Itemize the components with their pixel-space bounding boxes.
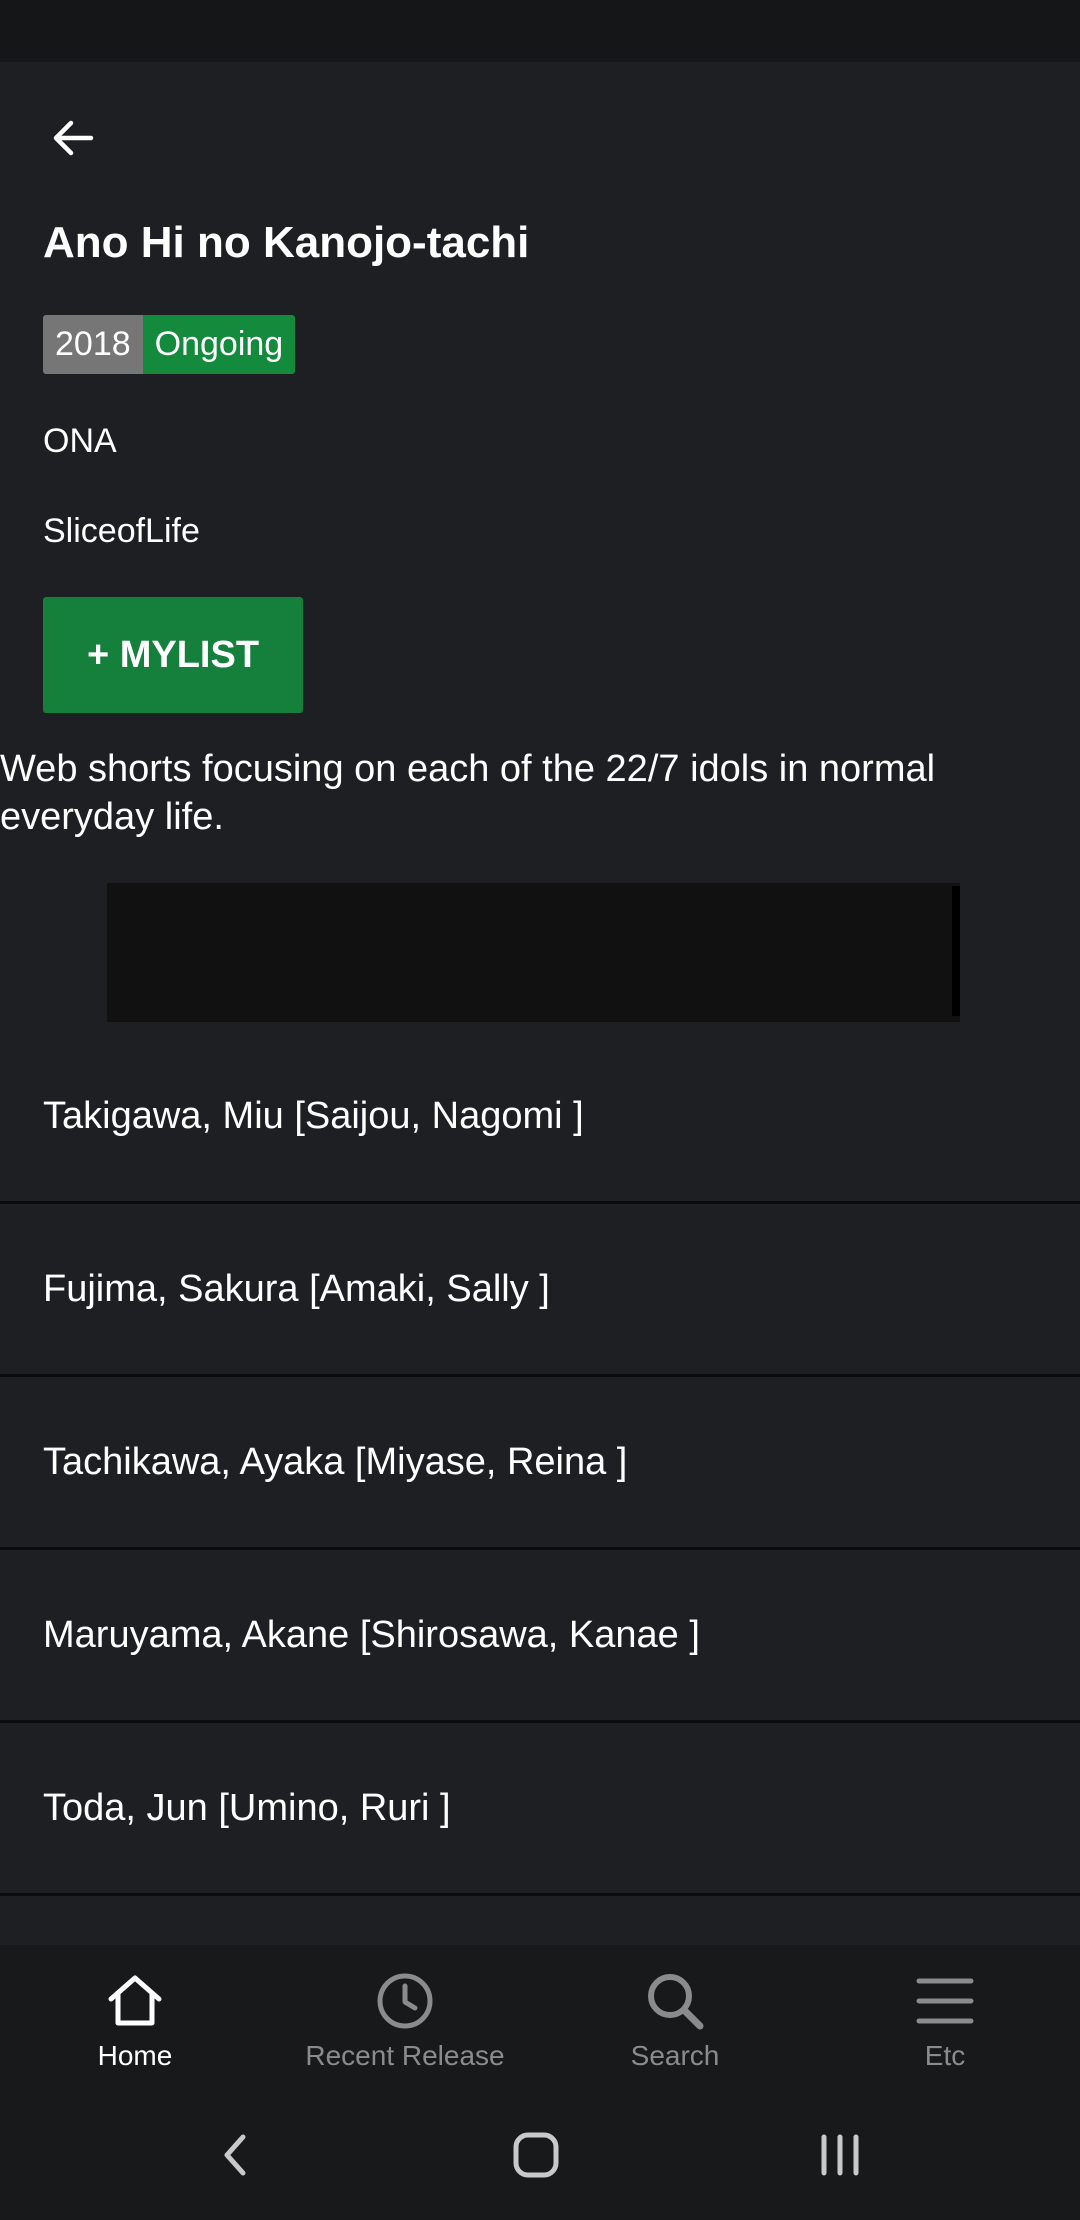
cast-list: Takigawa, Miu [Saijou, Nagomi ] Fujima, … (0, 1031, 1080, 1896)
nav-recent-release[interactable]: Recent Release (270, 1945, 540, 2095)
status-badge: Ongoing (142, 315, 296, 374)
menu-icon (913, 1969, 977, 2033)
status-bar (0, 0, 1080, 62)
system-back-button[interactable] (195, 2115, 275, 2195)
search-icon (643, 1969, 707, 2033)
bottom-navigation: Home Recent Release Search Etc (0, 1945, 1080, 2095)
home-square-icon (513, 2132, 559, 2178)
system-home-button[interactable] (496, 2115, 576, 2195)
cast-row[interactable]: Takigawa, Miu [Saijou, Nagomi ] (0, 1031, 1080, 1204)
nav-label-home: Home (97, 2040, 173, 2071)
chevron-left-icon (224, 2134, 246, 2176)
home-icon (103, 1969, 167, 2033)
nav-label-etc: Etc (924, 2040, 966, 2071)
back-button[interactable] (40, 105, 106, 171)
nav-search[interactable]: Search (540, 1945, 810, 2095)
cast-row[interactable]: Tachikawa, Ayaka [Miyase, Reina ] (0, 1377, 1080, 1550)
badge-group: 2018 Ongoing (43, 315, 296, 374)
media-placeholder-edge (952, 886, 960, 1016)
back-arrow-icon (53, 120, 94, 156)
nav-label-search: Search (630, 2040, 720, 2071)
cast-row[interactable]: Toda, Jun [Umino, Ruri ] (0, 1723, 1080, 1896)
page-title: Ano Hi no Kanojo-tachi (43, 218, 530, 267)
add-to-mylist-button[interactable]: + MYLIST (43, 597, 303, 713)
recents-icon (821, 2134, 859, 2176)
anime-type: ONA (43, 422, 117, 460)
system-navigation-bar (0, 2095, 1080, 2220)
description-text: Web shorts focusing on each of the 22/7 … (0, 748, 936, 838)
cast-row[interactable]: Fujima, Sakura [Amaki, Sally ] (0, 1204, 1080, 1377)
anime-genre: SliceofLife (43, 512, 200, 550)
year-badge: 2018 (43, 315, 143, 374)
system-recents-button[interactable] (800, 2115, 880, 2195)
nav-etc[interactable]: Etc (810, 1945, 1080, 2095)
clock-icon (373, 1969, 437, 2033)
nav-home[interactable]: Home (0, 1945, 270, 2095)
nav-label-recent-release: Recent Release (305, 2040, 505, 2071)
cast-row[interactable]: Maruyama, Akane [Shirosawa, Kanae ] (0, 1550, 1080, 1723)
media-placeholder (107, 883, 960, 1022)
